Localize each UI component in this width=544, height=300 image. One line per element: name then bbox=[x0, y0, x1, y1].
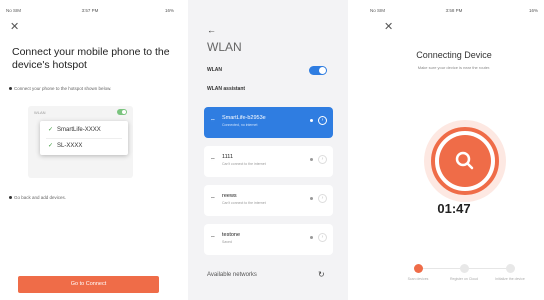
battery-text: 16% bbox=[164, 8, 174, 13]
refresh-icon[interactable]: ↻ bbox=[318, 270, 325, 279]
lock-icon bbox=[310, 158, 313, 161]
step-dot bbox=[505, 264, 515, 273]
wifi-icon: ⌔ bbox=[210, 119, 216, 125]
network-item-testone[interactable]: ⌔ testone Saved › bbox=[204, 224, 333, 255]
close-icon[interactable]: ✕ bbox=[10, 22, 19, 33]
network-name: testone bbox=[222, 232, 241, 238]
check-icon: ✓ bbox=[48, 143, 54, 149]
check-icon: ✓ bbox=[48, 127, 54, 133]
search-icon bbox=[439, 135, 491, 187]
battery-text: 16% bbox=[528, 8, 538, 13]
wlan-assistant-item[interactable]: WLAN assistant bbox=[207, 86, 245, 92]
divider bbox=[46, 138, 122, 139]
network-status: Can't connect to the internet bbox=[222, 201, 266, 205]
network-name: SmartLife-b2953e bbox=[222, 115, 266, 121]
lock-icon bbox=[310, 236, 313, 239]
chevron-right-icon[interactable]: › bbox=[318, 233, 327, 242]
lock-icon bbox=[310, 197, 313, 200]
step-register-cloud: Register on Cloud bbox=[444, 264, 484, 281]
chevron-right-icon[interactable]: › bbox=[318, 116, 327, 125]
network-item-1111[interactable]: ⌔ 1111 Can't connect to the internet › bbox=[204, 146, 333, 177]
wifi-icon: ⌔ bbox=[210, 158, 216, 164]
network-item-smartlife[interactable]: ⌔ SmartLife-b2953e Connected, no interne… bbox=[204, 107, 333, 138]
chevron-right-icon[interactable]: › bbox=[318, 194, 327, 203]
available-networks-heading: Available networks bbox=[207, 272, 257, 278]
step-dot bbox=[459, 264, 469, 273]
hotspot-name: SmartLife-XXXX bbox=[57, 127, 101, 133]
step-label: Register on Cloud bbox=[449, 277, 478, 281]
network-status: Can't connect to the internet bbox=[222, 162, 266, 166]
network-name: 1111 bbox=[222, 154, 234, 160]
go-to-connect-button[interactable]: Go to Connect bbox=[18, 276, 159, 293]
page-title: Connect your mobile phone to the device'… bbox=[12, 46, 170, 71]
connecting-device-screen: No SIM 3:58 PM 16% ✕ Connecting Device M… bbox=[364, 0, 544, 300]
illustration-wlan-label: WLAN bbox=[34, 110, 46, 115]
status-bar: No SIM 3:58 PM 16% bbox=[370, 6, 538, 16]
step-dot bbox=[413, 264, 423, 273]
hotspot-item: ✓ SmartLife-XXXX bbox=[48, 126, 101, 133]
network-status: Saved bbox=[222, 240, 232, 244]
wifi-icon: ⌔ bbox=[210, 236, 216, 242]
wlan-toggle[interactable] bbox=[309, 66, 327, 75]
status-bar: No SIM 3:57 PM 16% bbox=[6, 6, 174, 16]
step-initialize-device: Initialize the device bbox=[490, 264, 530, 281]
wlan-settings-screen: ← WLAN WLAN WLAN assistant ⌔ SmartLife-b… bbox=[188, 0, 348, 300]
page-title: Connecting Device bbox=[416, 50, 492, 60]
status-time: 3:57 PM bbox=[81, 8, 99, 13]
instruction-connect: Connect your phone to the hotspot shown … bbox=[9, 86, 114, 92]
hotspot-name: SL-XXXX bbox=[57, 143, 83, 149]
network-item-reews[interactable]: ⌔ reews Can't connect to the internet › bbox=[204, 185, 333, 216]
lock-icon bbox=[310, 119, 313, 122]
page-subtitle: Make sure your device is near the router… bbox=[417, 65, 491, 70]
network-name: reews bbox=[222, 193, 237, 199]
hotspot-instructions-screen: No SIM 3:57 PM 16% ✕ Connect your mobile… bbox=[0, 0, 180, 300]
wifi-icon: ⌔ bbox=[210, 197, 216, 203]
close-icon[interactable]: ✕ bbox=[384, 22, 393, 33]
step-label: Scan devices bbox=[407, 277, 429, 281]
network-status: Connected, no internet bbox=[222, 123, 258, 127]
step-scan-devices: Scan devices bbox=[398, 264, 438, 281]
wlan-label: WLAN bbox=[207, 67, 222, 73]
page-title: WLAN bbox=[207, 40, 242, 54]
instruction-go-back: Go back and add devices. bbox=[9, 195, 144, 201]
chevron-right-icon[interactable]: › bbox=[318, 155, 327, 164]
illustration-toggle bbox=[117, 109, 127, 115]
back-arrow-icon[interactable]: ← bbox=[207, 25, 216, 35]
hotspot-item: ✓ SL-XXXX bbox=[48, 142, 82, 149]
hotspot-popup: ✓ SmartLife-XXXX ✓ SL-XXXX bbox=[40, 121, 128, 155]
countdown-timer: 01:47 bbox=[437, 201, 471, 216]
step-label: Initialize the device bbox=[495, 277, 525, 281]
status-time: 3:58 PM bbox=[445, 8, 463, 13]
